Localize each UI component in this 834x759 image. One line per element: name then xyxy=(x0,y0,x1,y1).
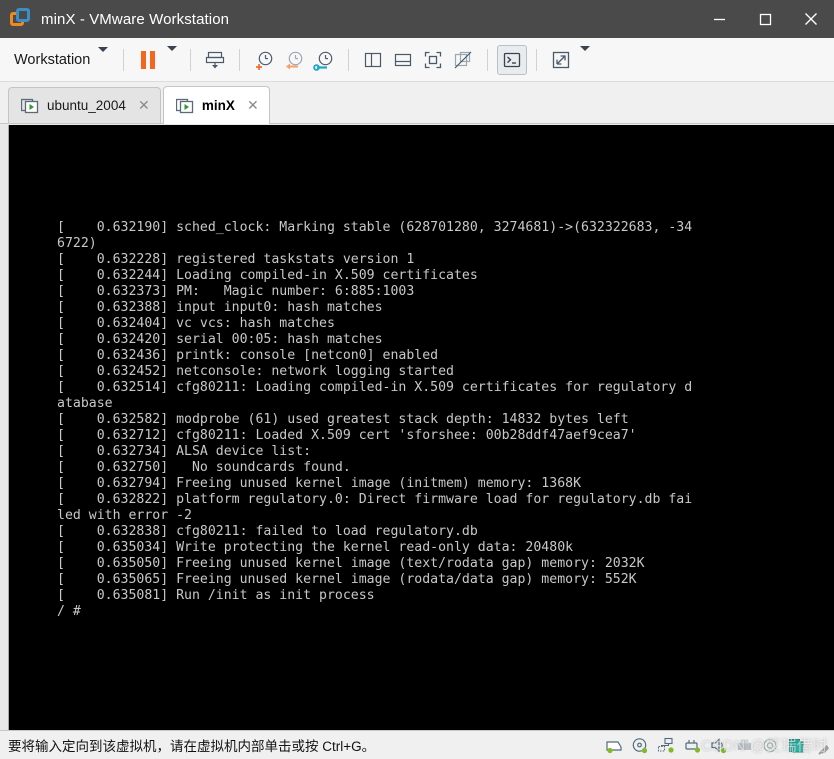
console-line: [ 0.632794] Freeing unused kernel image … xyxy=(57,476,582,491)
main-toolbar: Workstation xyxy=(0,38,834,82)
console-line: [ 0.632436] printk: console [netcon0] en… xyxy=(57,348,439,363)
toolbar-separator xyxy=(190,48,192,71)
toolbar-separator xyxy=(239,48,241,71)
console-line: [ 0.632712] cfg80211: Loaded X.509 cert … xyxy=(57,428,637,443)
take-snapshot-button[interactable] xyxy=(249,45,279,75)
send-ctrl-alt-del-button[interactable] xyxy=(200,45,230,75)
guest-screen[interactable]: [ 0.632190] sched_clock: Marking stable … xyxy=(8,125,834,730)
status-printer-icon[interactable] xyxy=(735,737,754,754)
maximize-icon[interactable] xyxy=(742,0,788,38)
console-line: [ 0.632838] cfg80211: failed to load reg… xyxy=(57,524,478,539)
toolbar-separator xyxy=(487,48,489,71)
clock-wrench-icon xyxy=(313,51,333,71)
status-hard-disk-icon[interactable] xyxy=(605,737,624,754)
panel-bottom-icon xyxy=(395,53,412,66)
guest-console-area: [ 0.632190] sched_clock: Marking stable … xyxy=(0,124,834,730)
console-line: [ 0.632190] sched_clock: Marking stable … xyxy=(57,220,693,235)
power-dropdown-button[interactable] xyxy=(163,45,181,75)
status-bar: 要将输入定向到该虚拟机，请在虚拟机内部单击或按 Ctrl+G。 CSDN @艾瑞… xyxy=(0,730,834,759)
kernel-log-output: [ 0.632190] sched_clock: Marking stable … xyxy=(57,220,692,620)
console-line: [ 0.635050] Freeing unused kernel image … xyxy=(57,556,645,571)
console-line: [ 0.632822] platform regulatory.0: Direc… xyxy=(57,492,693,507)
console-line: [ 0.632750] No soundcards found. xyxy=(57,460,351,475)
stretch-dropdown-button[interactable] xyxy=(576,45,594,75)
vm-tab-ubuntu-2004[interactable]: ubuntu_2004 ✕ xyxy=(8,87,161,123)
stretch-guest-button[interactable] xyxy=(546,45,576,75)
chevron-down-icon xyxy=(167,45,178,69)
vm-tab-label: minX xyxy=(201,98,235,113)
status-display-icon[interactable] xyxy=(761,737,780,754)
console-line: [ 0.632228] registered taskstats version… xyxy=(57,252,415,267)
clock-plus-icon xyxy=(256,51,273,70)
console-line: [ 0.632420] serial 00:05: hash matches xyxy=(57,332,383,347)
pause-icon xyxy=(141,50,156,69)
window-title: minX - VMware Workstation xyxy=(41,10,230,28)
workstation-menu-button[interactable]: Workstation xyxy=(12,46,114,72)
fullscreen-icon xyxy=(425,51,442,68)
status-network-icon[interactable] xyxy=(657,737,676,754)
show-library-button[interactable] xyxy=(358,45,388,75)
minimize-icon[interactable] xyxy=(696,0,742,38)
console-line: [ 0.632388] input input0: hash matches xyxy=(57,300,383,315)
status-sound-icon[interactable] xyxy=(709,737,728,754)
clock-revert-icon xyxy=(286,51,303,69)
unity-mode-button[interactable] xyxy=(448,45,478,75)
revert-snapshot-button[interactable] xyxy=(279,45,309,75)
workstation-menu-label: Workstation xyxy=(14,51,91,68)
resize-grip-icon[interactable] xyxy=(816,737,832,755)
console-line: led with error -2 xyxy=(57,508,192,523)
snapshot-manager-button[interactable] xyxy=(309,45,339,75)
send-key-icon xyxy=(206,51,225,68)
toolbar-separator xyxy=(536,48,538,71)
console-line: [ 0.635065] Freeing unused kernel image … xyxy=(57,572,637,587)
unity-off-icon xyxy=(454,51,472,68)
console-line: [ 0.635034] Write protecting the kernel … xyxy=(57,540,574,555)
status-device-icons xyxy=(605,737,810,754)
console-line: [ 0.632514] cfg80211: Loading compiled-i… xyxy=(57,380,693,395)
status-cd-dvd-icon[interactable] xyxy=(631,737,650,754)
fullscreen-button[interactable] xyxy=(418,45,448,75)
show-thumbnails-button[interactable] xyxy=(388,45,418,75)
console-line: [ 0.632582] modprobe (61) used greatest … xyxy=(57,412,629,427)
vm-tab-label: ubuntu_2004 xyxy=(47,98,126,113)
suspend-button[interactable] xyxy=(133,45,163,75)
toolbar-separator xyxy=(348,48,350,71)
console-line: [ 0.632404] vc vcs: hash matches xyxy=(57,316,335,331)
panel-left-icon xyxy=(365,52,382,67)
vm-play-icon xyxy=(175,98,194,114)
status-usb-icon[interactable] xyxy=(683,737,702,754)
close-icon[interactable] xyxy=(788,0,834,38)
expand-diagonal-icon xyxy=(553,51,570,68)
vmware-workstation-window: minX - VMware Workstation Workstation ub… xyxy=(0,0,834,759)
close-icon[interactable]: ✕ xyxy=(245,97,261,114)
console-line: [ 0.632452] netconsole: network logging … xyxy=(57,364,454,379)
console-line: atabase xyxy=(57,396,113,411)
console-line: [ 0.635081] Run /init as init process xyxy=(57,588,375,603)
toolbar-separator xyxy=(123,48,125,71)
vmware-logo-icon xyxy=(10,8,32,30)
console-line: [ 0.632373] PM: Magic number: 6:885:1003 xyxy=(57,284,415,299)
console-view-button[interactable] xyxy=(497,44,528,75)
status-copy-icon[interactable] xyxy=(787,737,806,754)
vm-tab-minx[interactable]: minX ✕ xyxy=(162,86,270,124)
console-line: [ 0.632734] ALSA device list: xyxy=(57,444,312,459)
console-line: / # xyxy=(57,604,81,619)
console-icon xyxy=(504,52,521,67)
title-bar: minX - VMware Workstation xyxy=(0,0,834,38)
vm-play-icon xyxy=(20,98,39,114)
status-message: 要将输入定向到该虚拟机，请在虚拟机内部单击或按 Ctrl+G。 xyxy=(8,739,376,754)
console-line: 6722) xyxy=(57,236,97,251)
console-line: [ 0.632244] Loading compiled-in X.509 ce… xyxy=(57,268,478,283)
chevron-down-icon xyxy=(98,46,109,68)
vm-tab-strip: ubuntu_2004 ✕ minX ✕ xyxy=(0,82,834,124)
chevron-down-icon xyxy=(580,45,591,69)
close-icon[interactable]: ✕ xyxy=(136,97,152,114)
